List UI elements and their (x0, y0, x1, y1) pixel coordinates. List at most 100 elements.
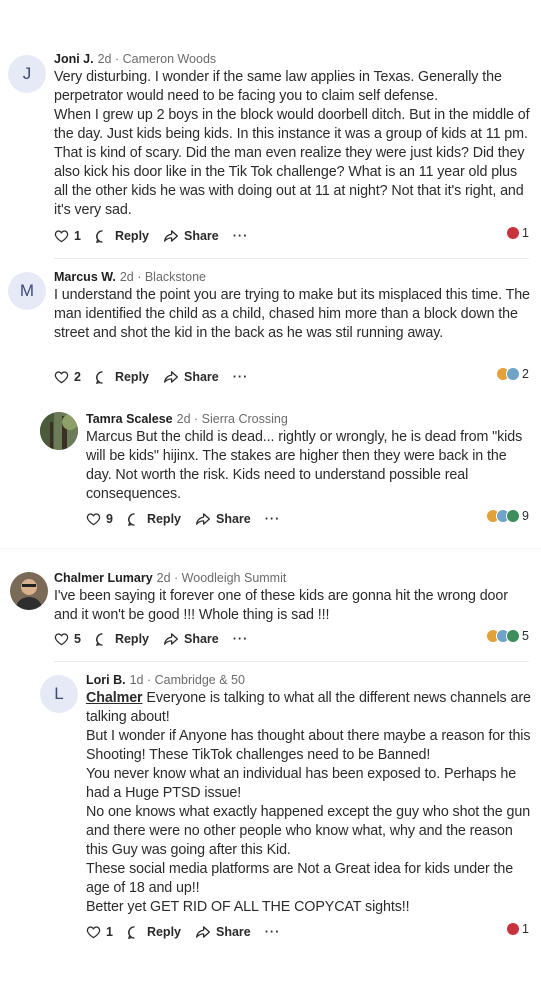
comment-header: Joni J. 2d · Cameron Woods (54, 51, 216, 67)
comment-paragraph: You never know what an individual has be… (86, 766, 517, 801)
profile-photo-icon (10, 572, 48, 610)
reactions-summary[interactable]: 1 (506, 922, 529, 936)
divider (54, 661, 529, 662)
share-label: Share (184, 370, 219, 384)
reply-label: Reply (146, 925, 181, 939)
author-name[interactable]: Lori B. (86, 673, 126, 687)
reaction-icons (506, 922, 521, 936)
share-arrow-icon (164, 230, 178, 242)
reaction-count: 9 (522, 509, 529, 523)
avatar[interactable]: L (40, 675, 78, 713)
like-button[interactable]: 1 (86, 925, 113, 939)
reply-label: Reply (114, 632, 149, 646)
like-button[interactable]: 5 (54, 632, 81, 646)
reply-button[interactable]: Reply (95, 229, 149, 244)
avatar[interactable]: M (8, 272, 46, 310)
comment-text: Everyone is talking to what all the diff… (86, 690, 531, 725)
comment-paragraph: Better yet GET RID OF ALL THE COPYCAT si… (86, 899, 410, 915)
share-arrow-icon (196, 926, 210, 938)
reply-button[interactable]: Reply (95, 370, 149, 385)
share-button[interactable]: Share (163, 370, 219, 384)
reaction-icons (486, 509, 521, 523)
comment-actions: 9 Reply Share ··· (86, 509, 280, 529)
reply-bubble-icon (95, 370, 103, 384)
profile-photo-icon (40, 412, 78, 450)
share-button[interactable]: Share (163, 229, 219, 243)
divider (0, 548, 541, 549)
more-dots-icon[interactable]: ··· (233, 370, 249, 384)
comment-paragraph: These social media platforms are Not a G… (86, 861, 514, 896)
avatar-letter: L (54, 684, 64, 703)
reaction-count: 2 (522, 367, 529, 381)
comment-meta: 2d · Cameron Woods (97, 52, 217, 66)
comment-paragraph: I understand the point you are trying to… (54, 287, 530, 341)
share-button[interactable]: Share (163, 632, 219, 646)
comment-paragraph: Very disturbing. I wonder if the same la… (54, 69, 502, 104)
reply-bubble-icon (95, 632, 103, 646)
like-button[interactable]: 9 (86, 512, 113, 526)
share-arrow-icon (164, 633, 178, 645)
share-arrow-icon (164, 371, 178, 383)
avatar[interactable] (10, 572, 48, 610)
reaction-count: 5 (522, 629, 529, 643)
reply-bubble-icon (127, 925, 135, 939)
reply-button[interactable]: Reply (127, 512, 181, 527)
thanks-reaction-icon (506, 629, 521, 643)
comment-actions: 1 Reply Share ··· (54, 226, 248, 246)
share-label: Share (216, 512, 251, 526)
author-name[interactable]: Tamra Scalese (86, 412, 173, 426)
thanks-reaction-icon (506, 509, 521, 523)
heart-reaction-icon (506, 922, 521, 936)
reactions-summary[interactable]: 1 (506, 226, 529, 240)
share-arrow-icon (196, 513, 210, 525)
comment-paragraph: When I grew up 2 boys in the block would… (54, 107, 530, 218)
sad-reaction-icon (506, 367, 521, 381)
reactions-summary[interactable]: 5 (486, 629, 529, 643)
avatar[interactable] (40, 412, 78, 450)
more-dots-icon[interactable]: ··· (233, 632, 249, 646)
share-label: Share (184, 229, 219, 243)
avatar-letter: M (19, 281, 35, 300)
share-button[interactable]: Share (195, 925, 251, 939)
reaction-icons (496, 367, 521, 381)
comment-actions: 5 Reply Share ··· (54, 629, 248, 649)
like-count: 5 (74, 632, 81, 646)
comment-actions: 1 Reply Share ··· (86, 922, 280, 942)
share-button[interactable]: Share (195, 512, 251, 526)
heart-outline-icon (86, 926, 101, 939)
mention-link[interactable]: Chalmer (86, 690, 143, 706)
like-count: 2 (74, 370, 81, 384)
more-dots-icon[interactable]: ··· (265, 925, 281, 939)
heart-outline-icon (54, 633, 69, 646)
reaction-count: 1 (522, 226, 529, 240)
reaction-icons (506, 226, 521, 240)
share-label: Share (184, 632, 219, 646)
comment-body: Marcus But the child is dead... rightly … (86, 428, 531, 504)
author-name[interactable]: Joni J. (54, 52, 94, 66)
reply-button[interactable]: Reply (95, 632, 149, 647)
reply-button[interactable]: Reply (127, 925, 181, 940)
like-button[interactable]: 1 (54, 229, 81, 243)
comment-body: Very disturbing. I wonder if the same la… (54, 68, 531, 220)
more-dots-icon[interactable]: ··· (233, 229, 249, 243)
author-name[interactable]: Marcus W. (54, 270, 116, 284)
comment-meta: 2d · Sierra Crossing (176, 412, 288, 426)
like-button[interactable]: 2 (54, 370, 81, 384)
comment-actions: 2 Reply Share ··· (54, 367, 248, 387)
comment-meta: 1d · Cambridge & 50 (129, 673, 245, 687)
like-count: 1 (106, 925, 113, 939)
comment-meta: 2d · Woodleigh Summit (156, 571, 287, 585)
more-dots-icon[interactable]: ··· (265, 512, 281, 526)
heart-outline-icon (86, 513, 101, 526)
reactions-summary[interactable]: 2 (496, 367, 529, 381)
divider (54, 258, 529, 259)
avatar[interactable]: J (8, 55, 46, 93)
reaction-icons (486, 629, 521, 643)
author-name[interactable]: Chalmer Lumary (54, 571, 153, 585)
heart-outline-icon (54, 371, 69, 384)
reaction-count: 1 (522, 922, 529, 936)
reply-label: Reply (114, 370, 149, 384)
reactions-summary[interactable]: 9 (486, 509, 529, 523)
like-count: 9 (106, 512, 113, 526)
comment-paragraph: Chalmer Everyone is talking to what all … (86, 689, 531, 727)
